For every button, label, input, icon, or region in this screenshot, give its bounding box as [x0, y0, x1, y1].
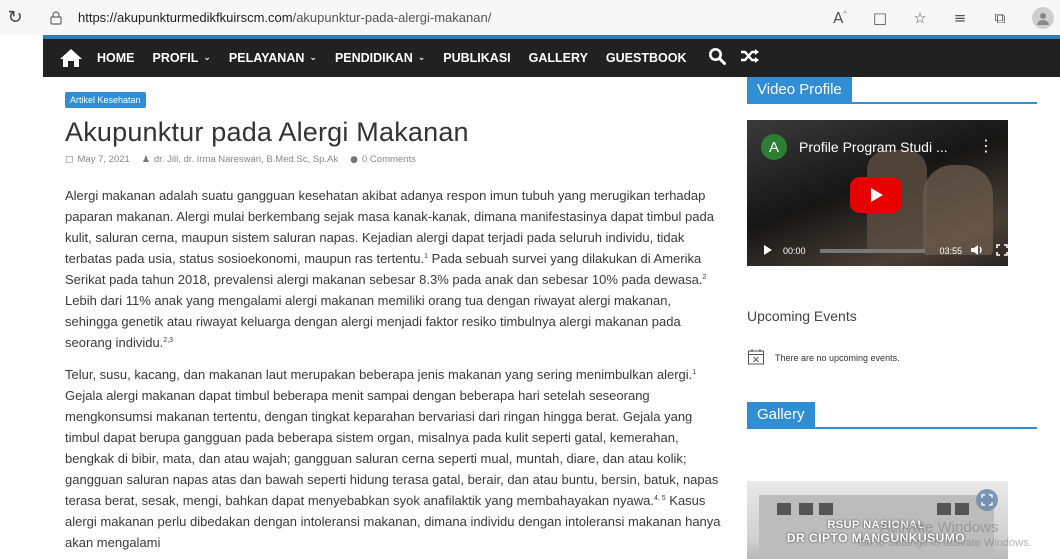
main-navigation: HOME PROFIL ⌄ PELAYANAN ⌄ PENDIDIKAN ⌄ PUBL…	[43, 35, 1060, 77]
gallery-heading: Gallery	[747, 402, 1037, 429]
article-meta: ▢ May 7, 2021 ♟ dr. Jill, dr. Irma Nareswa…	[65, 154, 725, 165]
reader-view-icon[interactable]: □	[860, 9, 900, 27]
collections-icon[interactable]: ⧉	[980, 9, 1020, 27]
nav-publikasi[interactable]: PUBLIKASI	[443, 51, 510, 65]
more-vert-icon[interactable]: ⋮	[978, 136, 994, 155]
favorites-icon[interactable]: ≡	[940, 9, 980, 27]
address-bar[interactable]: https://akupunkturmedikfkuirscm.com/akup…	[50, 6, 570, 30]
duration: 03:55	[939, 246, 962, 256]
no-events-message: There are no upcoming events.	[747, 348, 1037, 368]
article-body: Alergi makanan adalah suatu gangguan kes…	[65, 185, 725, 553]
chevron-down-icon: ⌄	[309, 53, 317, 63]
play-button[interactable]	[850, 177, 902, 213]
article-author[interactable]: dr. Jill, dr. Irma Nareswari, B.Med.Sc, …	[154, 154, 338, 165]
search-icon[interactable]	[708, 47, 727, 70]
progress-bar[interactable]	[819, 249, 926, 253]
video-title[interactable]: Profile Program Studi ...	[799, 139, 948, 155]
user-icon: ♟	[141, 154, 150, 165]
lock-icon[interactable]	[50, 10, 64, 25]
nav-guestbook[interactable]: GUESTBOOK	[606, 51, 687, 65]
category-badge[interactable]: Artikel Kesehatan	[65, 92, 146, 108]
calendar-icon: ▢	[65, 154, 74, 165]
fullscreen-icon[interactable]	[996, 244, 1008, 258]
paragraph-1: Alergi makanan adalah suatu gangguan kes…	[65, 188, 714, 350]
browser-toolbar: ↻ https://akupunkturmedikfkuirscm.com/ak…	[0, 0, 1060, 35]
video-player[interactable]: A Profile Program Studi ... ⋮ 00:00 03:5…	[747, 120, 1008, 266]
paragraph-2: Telur, susu, kacang, dan makanan laut me…	[65, 367, 721, 550]
random-post-icon[interactable]	[740, 48, 760, 69]
profile-avatar-icon[interactable]	[1032, 6, 1054, 29]
channel-avatar[interactable]: A	[761, 134, 787, 160]
article-title: Akupunktur pada Alergi Makanan	[65, 117, 469, 147]
video-controls: 00:00 03:55	[747, 236, 1008, 266]
nav-pendidikan[interactable]: PENDIDIKAN ⌄	[335, 51, 425, 65]
upcoming-events-heading: Upcoming Events	[747, 308, 857, 324]
nav-pelayanan[interactable]: PELAYANAN ⌄	[229, 51, 317, 65]
sidebar: Video Profile A Profile Program Studi ..…	[747, 77, 1037, 559]
windows-activation-watermark: Activate Windows Go to Settings to activ…	[858, 519, 1032, 549]
article-comments[interactable]: 0 Comments	[362, 154, 416, 165]
chevron-down-icon: ⌄	[417, 53, 426, 63]
read-aloud-icon[interactable]: Aᴬ	[820, 9, 860, 27]
chevron-down-icon: ⌄	[203, 53, 211, 63]
comment-icon: ●	[350, 154, 358, 165]
current-time: 00:00	[783, 246, 806, 256]
url-path: /akupunktur-pada-alergi-makanan/	[292, 10, 492, 25]
nav-home[interactable]: HOME	[97, 51, 135, 65]
video-profile-heading: Video Profile	[747, 77, 1037, 104]
expand-icon[interactable]	[976, 489, 998, 511]
play-icon[interactable]	[763, 244, 773, 258]
volume-icon[interactable]	[970, 244, 984, 258]
calendar-icon	[747, 348, 765, 368]
favorite-add-icon[interactable]: ☆	[900, 9, 940, 27]
article-date[interactable]: May 7, 2021	[78, 154, 130, 165]
nav-profil[interactable]: PROFIL ⌄	[153, 51, 211, 65]
url-host: https://akupunkturmedikfkuirscm.com	[78, 10, 293, 25]
home-icon[interactable]	[59, 48, 83, 68]
article: Artikel Kesehatan Akupunktur pada Alergi…	[65, 90, 725, 559]
nav-gallery[interactable]: GALLERY	[529, 51, 588, 65]
reload-icon[interactable]: ↻	[2, 7, 28, 28]
